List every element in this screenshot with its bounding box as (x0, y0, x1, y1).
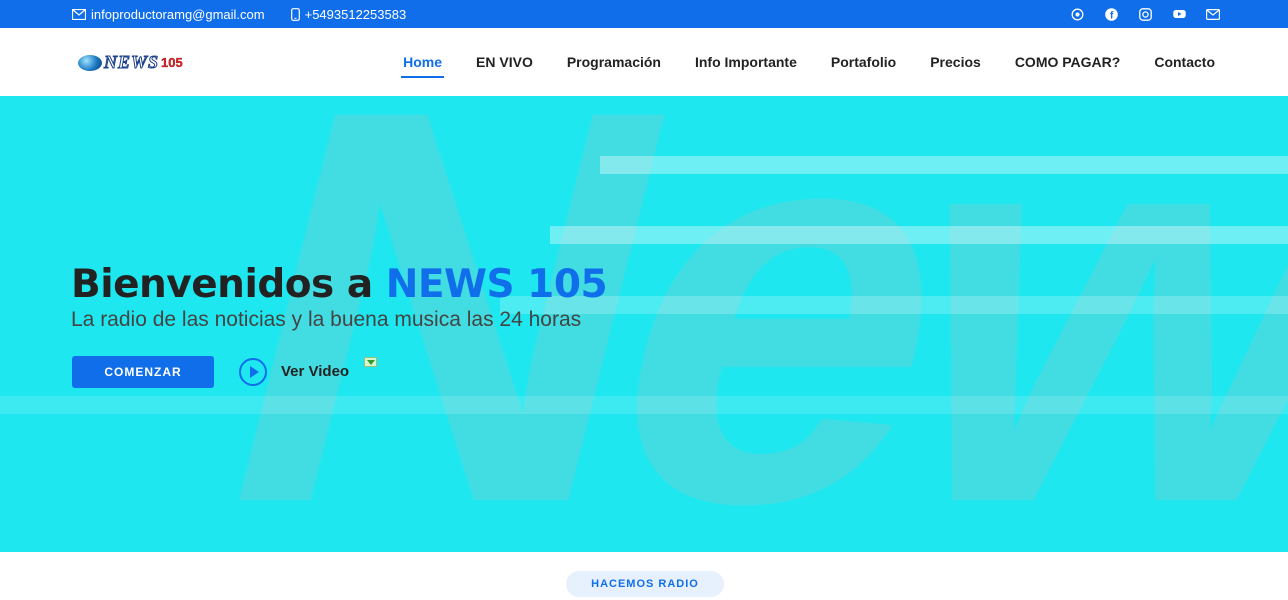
hero-section: News Bienvenidos a NEWS 105 La radio de … (0, 96, 1288, 552)
background-stripe (500, 296, 1288, 314)
nav-como-pagar[interactable]: COMO PAGAR? (1015, 54, 1121, 70)
social-links: f (1070, 0, 1220, 28)
phone-text: +5493512253583 (304, 6, 407, 22)
email-text: infoproductoramg@gmail.com (91, 6, 265, 22)
youtube-icon[interactable] (1172, 7, 1186, 21)
facebook-icon[interactable]: f (1104, 7, 1118, 21)
main-nav: Home EN VIVO Programación Info Important… (401, 28, 1215, 96)
instagram-icon[interactable] (1138, 7, 1152, 21)
contact-info: infoproductoramg@gmail.com +549351225358… (72, 0, 406, 28)
whatsapp-icon[interactable] (1070, 7, 1084, 21)
phone-icon (290, 7, 300, 21)
nav-programacion[interactable]: Programación (567, 54, 661, 70)
watch-video-link[interactable]: Ver Video (281, 363, 349, 380)
background-stripe (600, 156, 1288, 174)
play-icon (250, 366, 259, 378)
play-video-button[interactable] (239, 358, 267, 386)
nav-en-vivo[interactable]: EN VIVO (476, 54, 533, 70)
nav-home[interactable]: Home (401, 54, 444, 78)
background-stripe (550, 226, 1288, 244)
hero-title-brand: NEWS 105 (385, 262, 608, 307)
top-bar: infoproductoramg@gmail.com +549351225358… (0, 0, 1288, 28)
nav-info-importante[interactable]: Info Importante (695, 54, 797, 70)
envelope-icon (72, 8, 86, 20)
hero-title: Bienvenidos a NEWS 105 (71, 262, 608, 307)
logo-text: NEWS (103, 52, 160, 73)
section-tag: HACEMOS RADIO (566, 571, 724, 597)
site-header: NEWS 105 Home EN VIVO Programación Info … (0, 28, 1288, 96)
globe-icon (78, 54, 102, 71)
site-logo[interactable]: NEWS 105 (78, 52, 183, 73)
background-stripe (0, 396, 1288, 414)
download-icon[interactable] (364, 357, 377, 367)
logo-number: 105 (161, 55, 183, 70)
phone-contact[interactable]: +5493512253583 (290, 6, 407, 22)
hero-title-prefix: Bienvenidos a (71, 262, 386, 307)
mail-icon[interactable] (1206, 7, 1220, 21)
nav-precios[interactable]: Precios (930, 54, 981, 70)
start-button[interactable]: COMENZAR (72, 356, 214, 388)
nav-contacto[interactable]: Contacto (1154, 54, 1215, 70)
email-contact[interactable]: infoproductoramg@gmail.com (72, 7, 265, 22)
hero-subtitle: La radio de las noticias y la buena musi… (71, 308, 582, 331)
nav-portafolio[interactable]: Portafolio (831, 54, 896, 70)
